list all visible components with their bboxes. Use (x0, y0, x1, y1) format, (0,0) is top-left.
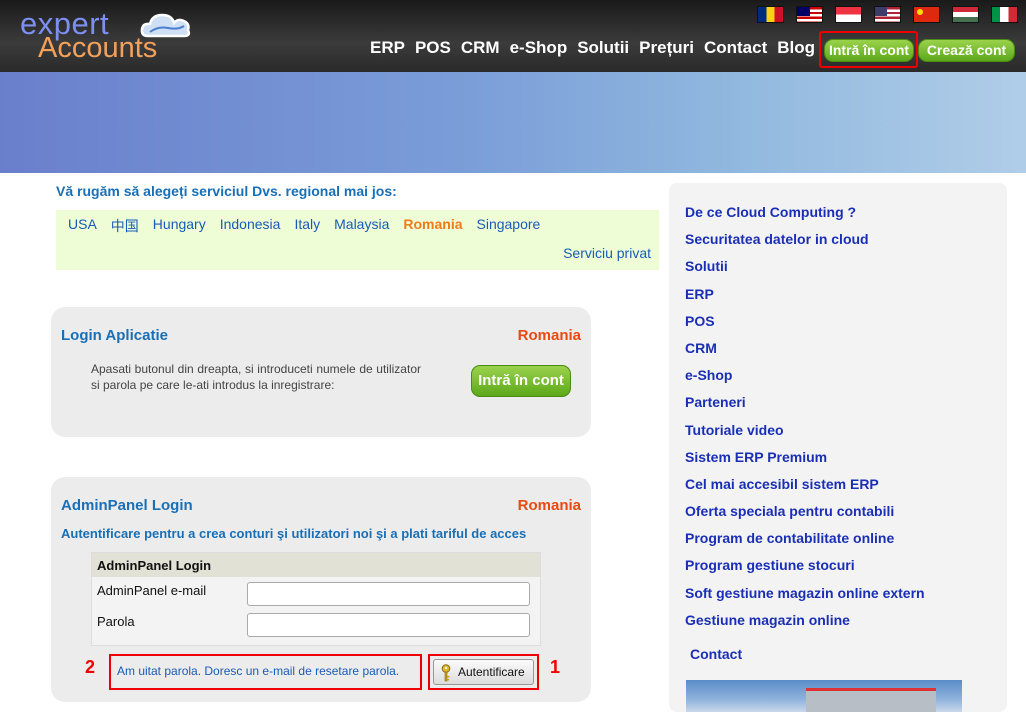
region-links: USA 中国 Hungary Indonesia Italy Malaysia … (68, 216, 540, 236)
sidebar-building-image (686, 680, 962, 712)
sidebar-links: De ce Cloud Computing ? Securitatea date… (685, 203, 925, 638)
auth-button-highlight: Autentificare (428, 654, 539, 690)
sidebar-link[interactable]: De ce Cloud Computing ? (685, 203, 925, 230)
app-login-title: Login Aplicatie (61, 327, 168, 344)
region-selector: USA 中国 Hungary Indonesia Italy Malaysia … (56, 210, 659, 270)
nav-solutii[interactable]: Solutii (577, 38, 629, 58)
sidebar-contact-link[interactable]: Contact (690, 646, 742, 662)
forgot-password-link[interactable]: Am uitat parola. Doresc un e-mail de res… (117, 664, 399, 678)
sidebar: De ce Cloud Computing ? Securitatea date… (669, 183, 1007, 712)
region-italy[interactable]: Italy (294, 216, 320, 236)
nav-preturi[interactable]: Prețuri (639, 38, 694, 58)
sidebar-link[interactable]: e-Shop (685, 366, 925, 393)
header: expert Accounts ERP POS CRM e-Shop Solut… (0, 0, 1026, 72)
admin-login-subtitle: Autentificare pentru a crea conturi şi u… (61, 526, 527, 541)
region-hungary[interactable]: Hungary (153, 216, 206, 236)
sidebar-link[interactable]: ERP (685, 285, 925, 312)
authenticate-button-label: Autentificare (458, 665, 525, 679)
sidebar-link[interactable]: Program de contabilitate online (685, 529, 925, 556)
sidebar-link[interactable]: Program gestiune stocuri (685, 556, 925, 583)
nav-contact[interactable]: Contact (704, 38, 767, 58)
region-malaysia[interactable]: Malaysia (334, 216, 389, 236)
romania-flag-icon[interactable] (757, 6, 784, 23)
app-login-panel: Login Aplicatie Romania Apasati butonul … (51, 307, 591, 437)
hungary-flag-icon[interactable] (952, 6, 979, 23)
app-login-region: Romania (517, 327, 581, 344)
sidebar-link[interactable]: Oferta speciala pentru contabili (685, 502, 925, 529)
admin-login-title: AdminPanel Login (61, 497, 193, 514)
sidebar-link[interactable]: Sistem ERP Premium (685, 448, 925, 475)
authenticate-button[interactable]: Autentificare (433, 659, 534, 685)
region-indonesia[interactable]: Indonesia (220, 216, 281, 236)
app-login-description: Apasati butonul din dreapta, si introduc… (91, 362, 421, 392)
sidebar-link[interactable]: Parteneri (685, 393, 925, 420)
italy-flag-icon[interactable] (991, 6, 1018, 23)
email-field[interactable] (247, 582, 530, 606)
nav-crm[interactable]: CRM (461, 38, 500, 58)
form-header: AdminPanel Login (92, 553, 540, 577)
admin-login-panel: AdminPanel Login Romania Autentificare p… (51, 477, 591, 702)
nav-erp[interactable]: ERP (370, 38, 405, 58)
sidebar-link[interactable]: Gestiune magazin online (685, 611, 925, 638)
sidebar-link[interactable]: Solutii (685, 257, 925, 284)
logo[interactable]: expert Accounts (18, 6, 193, 68)
language-flags (757, 6, 1018, 23)
app-login-button[interactable]: Intră în cont (471, 365, 571, 397)
malaysia-flag-icon[interactable] (796, 6, 823, 23)
region-title: Vă rugăm să alegeți serviciul Dvs. regio… (56, 183, 397, 199)
annotation-2: 2 (85, 657, 96, 677)
region-usa[interactable]: USA (68, 216, 97, 236)
sidebar-link[interactable]: POS (685, 312, 925, 339)
singapore-flag-icon[interactable] (835, 6, 862, 23)
building-shape (806, 688, 936, 712)
key-icon (441, 664, 451, 682)
sidebar-link[interactable]: Cel mai accesibil sistem ERP (685, 475, 925, 502)
usa-flag-icon[interactable] (874, 6, 901, 23)
region-romania[interactable]: Romania (403, 216, 462, 236)
nav-pos[interactable]: POS (415, 38, 451, 58)
password-field[interactable] (247, 613, 530, 637)
region-china[interactable]: 中国 (111, 216, 139, 236)
password-label: Parola (97, 614, 135, 629)
nav-blog[interactable]: Blog (777, 38, 815, 58)
region-singapore[interactable]: Singapore (477, 216, 541, 236)
hero-banner (0, 72, 1026, 173)
nav-eshop[interactable]: e-Shop (510, 38, 568, 58)
header-login-button[interactable]: Intră în cont (824, 39, 914, 62)
admin-login-region: Romania (517, 497, 581, 514)
main-nav: ERP POS CRM e-Shop Solutii Prețuri Conta… (370, 38, 825, 58)
header-create-account-button[interactable]: Crează cont (918, 39, 1015, 62)
annotation-1: 1 (550, 657, 561, 677)
private-service-link[interactable]: Serviciu privat (563, 245, 651, 261)
china-flag-icon[interactable] (913, 6, 940, 23)
cloud-icon (140, 13, 191, 38)
sidebar-link[interactable]: Soft gestiune magazin online extern (685, 584, 925, 611)
email-label: AdminPanel e-mail (97, 583, 207, 598)
sidebar-link[interactable]: Tutoriale video (685, 421, 925, 448)
admin-login-form: AdminPanel Login AdminPanel e-mail Parol… (91, 552, 541, 646)
sidebar-link[interactable]: CRM (685, 339, 925, 366)
forgot-password-highlight: Am uitat parola. Doresc un e-mail de res… (109, 654, 422, 690)
sidebar-link[interactable]: Securitatea datelor in cloud (685, 230, 925, 257)
